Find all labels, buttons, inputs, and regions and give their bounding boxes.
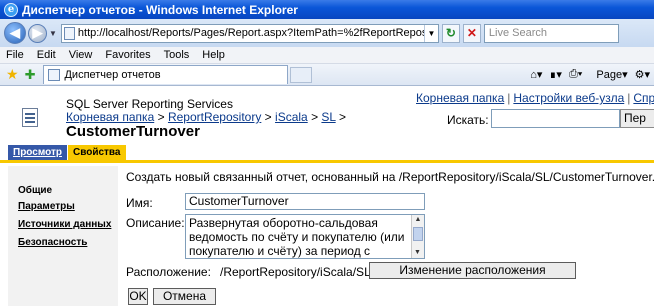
window-title: Диспетчер отчетов - Windows Internet Exp… xyxy=(22,2,298,17)
menu-bar: File Edit View Favorites Tools Help xyxy=(0,47,654,64)
refresh-button[interactable]: ↻ xyxy=(441,23,460,43)
new-tab-button[interactable] xyxy=(290,66,313,83)
link-home[interactable]: Корневая папка xyxy=(416,91,504,105)
link-site-settings[interactable]: Настройки веб-узла xyxy=(513,91,624,105)
description-scrollbar[interactable]: ▲ ▼ xyxy=(411,215,424,258)
app-name: SQL Server Reporting Services xyxy=(66,97,233,111)
description-text: Развернутая оборотно-сальдовая ведомость… xyxy=(189,216,405,258)
breadcrumb-sep: > xyxy=(311,110,319,124)
page-menu[interactable]: Page▾ xyxy=(589,68,627,81)
change-location-button[interactable]: Изменение расположения xyxy=(369,262,576,279)
description-textarea[interactable]: Развернутая оборотно-сальдовая ведомость… xyxy=(185,214,425,259)
properties-sidebar: Общие Параметры Источники данных Безопас… xyxy=(8,166,118,306)
window-title-bar: e Диспетчер отчетов - Windows Internet E… xyxy=(0,0,654,19)
sidebar-item-general[interactable]: Общие xyxy=(18,185,52,196)
forward-button[interactable]: ▶ xyxy=(28,23,47,43)
tab-view[interactable]: Просмотр xyxy=(8,145,67,160)
favorites-star-icon[interactable]: ★ xyxy=(6,66,19,83)
scroll-down-icon[interactable]: ▼ xyxy=(412,248,423,258)
breadcrumb-reportrepository[interactable]: ReportRepository xyxy=(168,110,261,124)
sidebar-item-security[interactable]: Безопасность xyxy=(18,237,87,248)
menu-file[interactable]: File xyxy=(6,49,24,61)
location-value: /ReportRepository/iScala/SL xyxy=(220,265,371,279)
menu-help[interactable]: Help xyxy=(202,49,225,61)
page-menu-label: Page xyxy=(596,69,623,81)
report-manager-page: SQL Server Reporting Services Корневая п… xyxy=(0,86,654,306)
address-url[interactable]: http://localhost/Reports/Pages/Report.as… xyxy=(78,27,424,39)
page-title: CustomerTurnover xyxy=(66,123,200,140)
print-icon[interactable]: ⎙▾ xyxy=(569,68,582,81)
form-intro: Создать новый связанный отчет, основанны… xyxy=(126,170,654,184)
history-dropdown-icon[interactable]: ▼ xyxy=(49,29,57,38)
scroll-thumb[interactable] xyxy=(413,227,423,241)
report-search-input[interactable] xyxy=(491,109,620,128)
tab-title: Диспетчер отчетов xyxy=(64,69,161,81)
name-label: Имя: xyxy=(126,196,153,210)
breadcrumb-sep: > xyxy=(339,110,347,124)
description-label: Описание: xyxy=(126,216,185,230)
tab-row: ★ ✚ Диспетчер отчетов ⌂▾ ∎▾ ⎙▾ Page▾ ⚙▾ xyxy=(0,64,654,86)
link-sep: | xyxy=(507,91,511,105)
menu-view[interactable]: View xyxy=(69,49,93,61)
breadcrumb-sl[interactable]: SL xyxy=(321,110,335,124)
page-icon xyxy=(63,26,75,40)
link-sep: | xyxy=(627,91,631,105)
search-label: Искать: xyxy=(447,113,489,127)
tools-icon[interactable]: ⚙▾ xyxy=(635,68,650,81)
link-help[interactable]: Спр xyxy=(633,91,654,105)
page-tabs: Просмотр Свойства xyxy=(0,145,654,163)
browser-tab[interactable]: Диспетчер отчетов xyxy=(43,65,289,84)
command-bar: ⌂▾ ∎▾ ⎙▾ Page▾ ⚙▾ xyxy=(523,68,654,81)
add-favorites-icon[interactable]: ✚ xyxy=(25,67,36,83)
address-dropdown-icon[interactable]: ▼ xyxy=(423,24,438,42)
breadcrumb: Корневая папка > ReportRepository > iSca… xyxy=(66,110,346,124)
name-input[interactable]: CustomerTurnover xyxy=(185,193,425,210)
breadcrumb-sep: > xyxy=(157,110,165,124)
sidebar-item-parameters[interactable]: Параметры xyxy=(18,201,75,212)
navigation-bar: ◀ ▶ ▼ http://localhost/Reports/Pages/Rep… xyxy=(0,19,654,47)
breadcrumb-home[interactable]: Корневая папка xyxy=(66,110,154,124)
feeds-icon[interactable]: ∎▾ xyxy=(549,68,562,81)
menu-edit[interactable]: Edit xyxy=(37,49,56,61)
stop-button[interactable]: ✕ xyxy=(462,23,481,43)
search-input[interactable]: Live Search xyxy=(483,23,619,43)
back-button[interactable]: ◀ xyxy=(4,22,26,44)
location-label: Расположение: xyxy=(126,265,211,279)
report-icon xyxy=(22,108,38,127)
linked-report-form: Создать новый связанный отчет, основанны… xyxy=(126,166,654,306)
scroll-up-icon[interactable]: ▲ xyxy=(412,215,424,225)
breadcrumb-iscala[interactable]: iScala xyxy=(275,110,308,124)
cancel-button[interactable]: Отмена xyxy=(153,288,216,305)
menu-tools[interactable]: Tools xyxy=(164,49,190,61)
ie-icon: e xyxy=(4,2,18,17)
menu-favorites[interactable]: Favorites xyxy=(105,49,150,61)
breadcrumb-sep: > xyxy=(264,110,272,124)
sidebar-item-data-sources[interactable]: Источники данных xyxy=(18,219,111,230)
tab-page-icon xyxy=(48,69,61,81)
top-links: Корневая папка | Настройки веб-узла | Спр xyxy=(416,91,654,105)
address-bar[interactable]: http://localhost/Reports/Pages/Report.as… xyxy=(60,23,439,43)
ok-button[interactable]: OK xyxy=(128,288,148,305)
home-icon[interactable]: ⌂▾ xyxy=(530,68,542,81)
search-go-button[interactable]: Пер xyxy=(620,109,654,128)
tab-properties[interactable]: Свойства xyxy=(67,145,126,160)
